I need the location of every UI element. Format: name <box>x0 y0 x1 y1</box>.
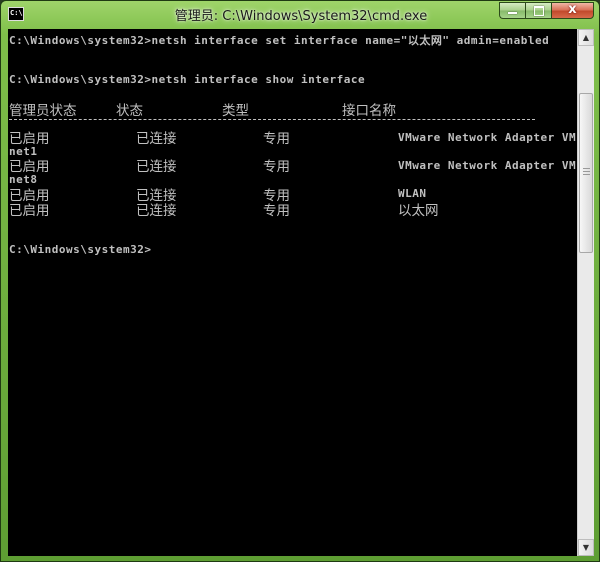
thumb-grip-line <box>583 174 590 175</box>
window-controls: x <box>499 2 594 20</box>
command-line-1: C:\Windows\system32>netsh interface set … <box>9 34 550 47</box>
scrollbar-thumb[interactable] <box>579 93 593 253</box>
thumb-grip-line <box>583 171 590 172</box>
header-type: 类型 <box>222 103 249 119</box>
thumb-grip-line <box>583 168 590 169</box>
command-prompt: C:\Windows\system32> <box>9 243 152 256</box>
header-interface-name: 接口名称 <box>342 103 396 119</box>
row-1-admin-state: 已启用 <box>9 159 50 175</box>
cmd-window: C:\ 管理员: C:\Windows\System32\cmd.exe x C… <box>0 0 600 562</box>
row-1-name: VMware Network Adapter VM <box>398 159 577 172</box>
minimize-button[interactable] <box>499 2 525 19</box>
row-0-admin-state: 已启用 <box>9 131 50 147</box>
row-3-name: 以太网 <box>398 203 439 219</box>
scroll-up-button[interactable]: ▲ <box>578 29 594 46</box>
row-0-name: VMware Network Adapter VM <box>398 131 577 144</box>
row-1-state: 已连接 <box>136 159 177 175</box>
scroll-down-button[interactable]: ▼ <box>578 539 594 556</box>
row-0-type: 专用 <box>263 131 290 147</box>
row-3-type: 专用 <box>263 203 290 219</box>
title-bar[interactable]: C:\ 管理员: C:\Windows\System32\cmd.exe x <box>1 1 600 29</box>
header-state: 状态 <box>116 103 143 119</box>
console-output[interactable]: C:\Windows\system32>netsh interface set … <box>8 29 577 556</box>
close-icon: x <box>568 2 577 17</box>
close-button[interactable]: x <box>551 2 594 19</box>
minimize-icon <box>508 12 517 14</box>
command-line-2: C:\Windows\system32>netsh interface show… <box>9 73 366 86</box>
maximize-icon <box>534 6 544 16</box>
row-3-state: 已连接 <box>136 203 177 219</box>
row-3-admin-state: 已启用 <box>9 203 50 219</box>
vertical-scrollbar[interactable]: ▲ ▼ <box>577 29 594 556</box>
maximize-button[interactable] <box>525 2 551 19</box>
header-admin-state: 管理员状态 <box>9 103 77 119</box>
row-1-type: 专用 <box>263 159 290 175</box>
row-0-state: 已连接 <box>136 131 177 147</box>
header-divider <box>9 119 535 120</box>
